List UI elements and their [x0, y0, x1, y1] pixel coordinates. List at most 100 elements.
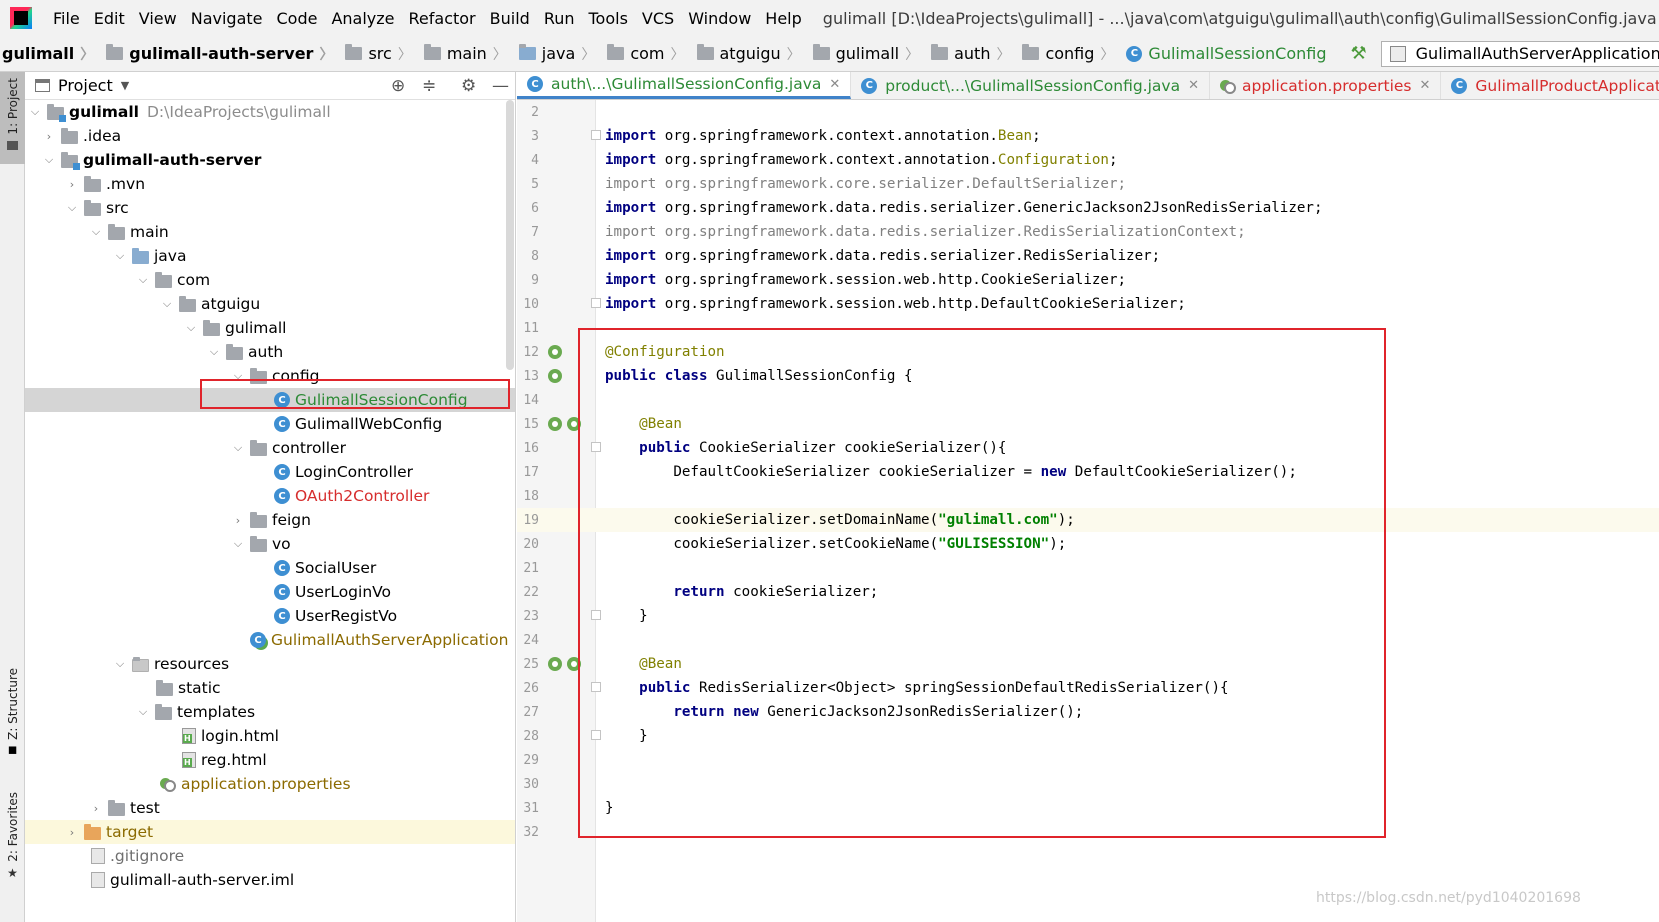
- tree-scrollbar[interactable]: [506, 100, 514, 370]
- favorites-tool-tab[interactable]: 2: Favorites ★: [0, 792, 25, 892]
- tree-item[interactable]: static: [25, 676, 515, 700]
- breadcrumb-gulimall[interactable]: gulimall 〉: [803, 44, 921, 64]
- spring-bean-gutter-icon[interactable]: [548, 657, 562, 671]
- editor-tab[interactable]: C GulimallProductApplication.ja: [1441, 72, 1659, 99]
- code-line[interactable]: 15 @Bean: [517, 412, 1659, 436]
- fold-marker-icon[interactable]: [591, 730, 601, 740]
- tree-item[interactable]: application.properties: [25, 772, 515, 796]
- tree-item[interactable]: › target: [25, 820, 515, 844]
- code-line[interactable]: 14: [517, 388, 1659, 412]
- tree-item[interactable]: C UserRegistVo: [25, 604, 515, 628]
- chevron-down-icon[interactable]: ⌵: [232, 441, 244, 455]
- breadcrumb-atguigu[interactable]: atguigu 〉: [687, 44, 803, 64]
- menu-build[interactable]: Build: [483, 9, 537, 28]
- chevron-down-icon[interactable]: ▼: [121, 79, 129, 92]
- tree-item[interactable]: ⌵ templates: [25, 700, 515, 724]
- code-line-current[interactable]: 19 cookieSerializer.setDomainName("gulim…: [517, 508, 1659, 532]
- fold-marker-icon[interactable]: [591, 610, 601, 620]
- menu-refactor[interactable]: Refactor: [402, 9, 483, 28]
- spring-bean-gutter-icon[interactable]: [567, 657, 581, 671]
- tree-item[interactable]: reg.html: [25, 748, 515, 772]
- chevron-down-icon[interactable]: ⌵: [232, 537, 244, 551]
- chevron-down-icon[interactable]: ⌵: [90, 225, 102, 239]
- close-icon[interactable]: ✕: [1420, 78, 1431, 93]
- chevron-down-icon[interactable]: ⌵: [208, 345, 220, 359]
- minimize-icon[interactable]: —: [492, 76, 509, 96]
- code-line[interactable]: 2: [517, 100, 1659, 124]
- breadcrumb-main[interactable]: main 〉: [414, 44, 509, 64]
- code-line[interactable]: 26 public RedisSerializer<Object> spring…: [517, 676, 1659, 700]
- fold-marker-icon[interactable]: [591, 298, 601, 308]
- spring-bean-gutter-icon[interactable]: [567, 417, 581, 431]
- breadcrumb-auth[interactable]: auth 〉: [921, 44, 1012, 64]
- tree-item[interactable]: ⌵ gulimall: [25, 316, 515, 340]
- tree-item[interactable]: ⌵ auth: [25, 340, 515, 364]
- tree-item[interactable]: C OAuth2Controller: [25, 484, 515, 508]
- chevron-down-icon[interactable]: ⌵: [29, 105, 41, 119]
- editor-tab-active[interactable]: C auth\...\GulimallSessionConfig.java ✕: [517, 72, 852, 99]
- tree-item[interactable]: ⌵ gulimall-auth-server: [25, 148, 515, 172]
- chevron-down-icon[interactable]: ⌵: [137, 273, 149, 287]
- code-line[interactable]: 18: [517, 484, 1659, 508]
- tree-item[interactable]: C UserLoginVo: [25, 580, 515, 604]
- code-line[interactable]: 8 import org.springframework.data.redis.s…: [517, 244, 1659, 268]
- tree-item[interactable]: .gitignore: [25, 844, 515, 868]
- tree-item[interactable]: login.html: [25, 724, 515, 748]
- tree-item[interactable]: C GulimallWebConfig: [25, 412, 515, 436]
- fold-marker-icon[interactable]: [591, 682, 601, 692]
- tree-item[interactable]: ⌵ src: [25, 196, 515, 220]
- menu-navigate[interactable]: Navigate: [184, 9, 270, 28]
- fold-marker-icon[interactable]: [591, 130, 601, 140]
- chevron-down-icon[interactable]: ⌵: [161, 297, 173, 311]
- code-line[interactable]: 6 import org.springframework.data.redis.s…: [517, 196, 1659, 220]
- code-line[interactable]: 22 return cookieSerializer;: [517, 580, 1659, 604]
- tree-item[interactable]: ⌵ controller: [25, 436, 515, 460]
- menu-edit[interactable]: Edit: [87, 9, 132, 28]
- gear-icon[interactable]: ⚙: [461, 76, 476, 96]
- code-line[interactable]: 31}: [517, 796, 1659, 820]
- code-line[interactable]: 25 @Bean: [517, 652, 1659, 676]
- tree-item[interactable]: › test: [25, 796, 515, 820]
- project-panel-title[interactable]: Project: [58, 76, 113, 95]
- spring-bean-gutter-icon[interactable]: [548, 417, 562, 431]
- code-line[interactable]: 9 import org.springframework.session.web.…: [517, 268, 1659, 292]
- tree-item[interactable]: ⌵ com: [25, 268, 515, 292]
- breadcrumb-com[interactable]: com 〉: [597, 44, 686, 64]
- breadcrumb-config[interactable]: config 〉: [1012, 44, 1116, 64]
- tree-item[interactable]: C LoginController: [25, 460, 515, 484]
- build-hammer-icon[interactable]: ⚒: [1351, 43, 1367, 64]
- code-line[interactable]: 17 DefaultCookieSerializer cookieSeriali…: [517, 460, 1659, 484]
- tree-item[interactable]: › .idea: [25, 124, 515, 148]
- code-line[interactable]: 29: [517, 748, 1659, 772]
- spring-bean-gutter-icon[interactable]: [548, 345, 562, 359]
- code-editor[interactable]: 2 3 import org.springframework.context.an…: [517, 100, 1659, 922]
- breadcrumb-java[interactable]: java 〉: [509, 44, 598, 64]
- menu-analyze[interactable]: Analyze: [324, 9, 401, 28]
- spring-bean-gutter-icon[interactable]: [548, 369, 562, 383]
- chevron-down-icon[interactable]: ⌵: [114, 657, 126, 671]
- close-icon[interactable]: ✕: [829, 77, 840, 92]
- locate-file-icon[interactable]: ⊕: [391, 76, 405, 96]
- code-line[interactable]: 20 cookieSerializer.setCookieName("GULIS…: [517, 532, 1659, 556]
- menu-help[interactable]: Help: [758, 9, 808, 28]
- tree-item[interactable]: gulimall-auth-server.iml: [25, 868, 515, 892]
- structure-tool-tab[interactable]: Z: Structure ▪: [0, 668, 25, 768]
- tree-item[interactable]: C GulimallAuthServerApplication: [25, 628, 515, 652]
- code-line[interactable]: 16 public CookieSerializer cookieSeriali…: [517, 436, 1659, 460]
- collapse-all-icon[interactable]: ≑: [422, 76, 436, 96]
- tree-item[interactable]: ⌵ atguigu: [25, 292, 515, 316]
- code-line[interactable]: 12 @Configuration: [517, 340, 1659, 364]
- chevron-down-icon[interactable]: ⌵: [66, 201, 78, 215]
- chevron-right-icon[interactable]: ›: [66, 826, 78, 839]
- menu-code[interactable]: Code: [270, 9, 325, 28]
- tree-item[interactable]: ⌵ java: [25, 244, 515, 268]
- tree-item[interactable]: ⌵ main: [25, 220, 515, 244]
- tree-item[interactable]: ⌵ gulimall D:\IdeaProjects\gulimall: [25, 100, 515, 124]
- code-line[interactable]: 24: [517, 628, 1659, 652]
- chevron-right-icon[interactable]: ›: [232, 514, 244, 527]
- chevron-right-icon[interactable]: ›: [43, 130, 55, 143]
- close-icon[interactable]: ✕: [1188, 78, 1199, 93]
- code-line[interactable]: 11: [517, 316, 1659, 340]
- breadcrumb-class[interactable]: C GulimallSessionConfig: [1116, 44, 1328, 63]
- chevron-down-icon[interactable]: ⌵: [137, 705, 149, 719]
